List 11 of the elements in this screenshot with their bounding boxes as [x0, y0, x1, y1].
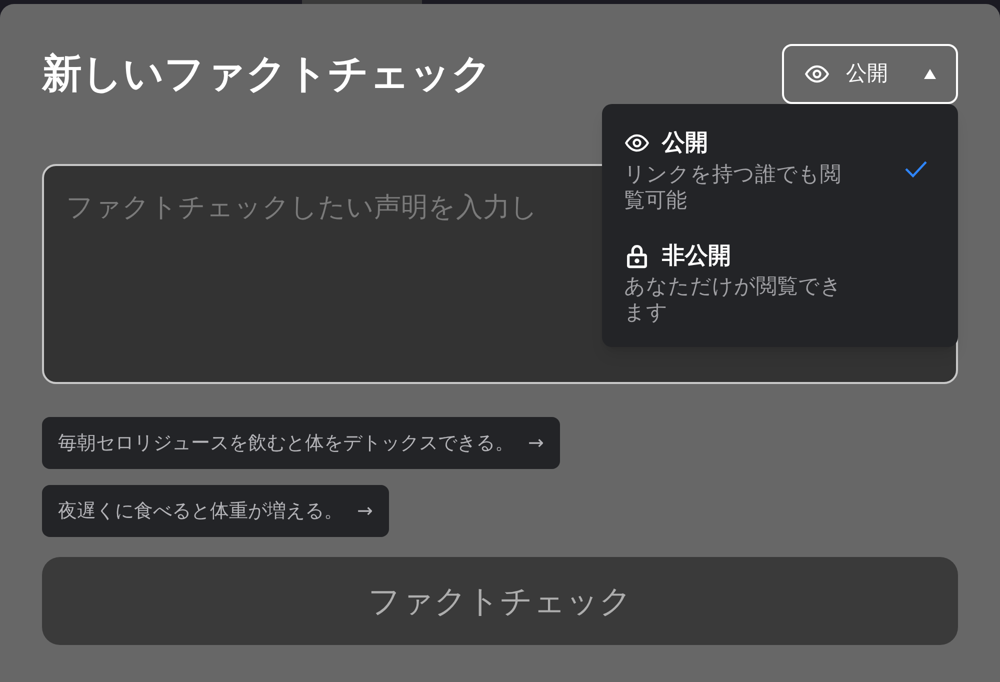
lock-icon	[624, 242, 650, 269]
option-description: あなただけが閲覧できます	[624, 273, 843, 325]
dialog-title: 新しいファクトチェック	[42, 50, 492, 99]
visibility-option[interactable]: 非公開 あなただけが閲覧できます	[624, 238, 928, 325]
caret-icon	[924, 69, 936, 79]
suggestion-chip[interactable]: 毎朝セロリジュースを飲むと体をデトックスできる。 →	[42, 417, 560, 469]
suggestion-chip[interactable]: 夜遅くに食べると体重が増える。 →	[42, 485, 389, 537]
visibility-dropdown[interactable]: 公開	[782, 44, 958, 104]
fact-check-button: ファクトチェック	[42, 557, 958, 645]
option-label: 公開	[662, 129, 708, 158]
option-label: 非公開	[662, 242, 731, 270]
